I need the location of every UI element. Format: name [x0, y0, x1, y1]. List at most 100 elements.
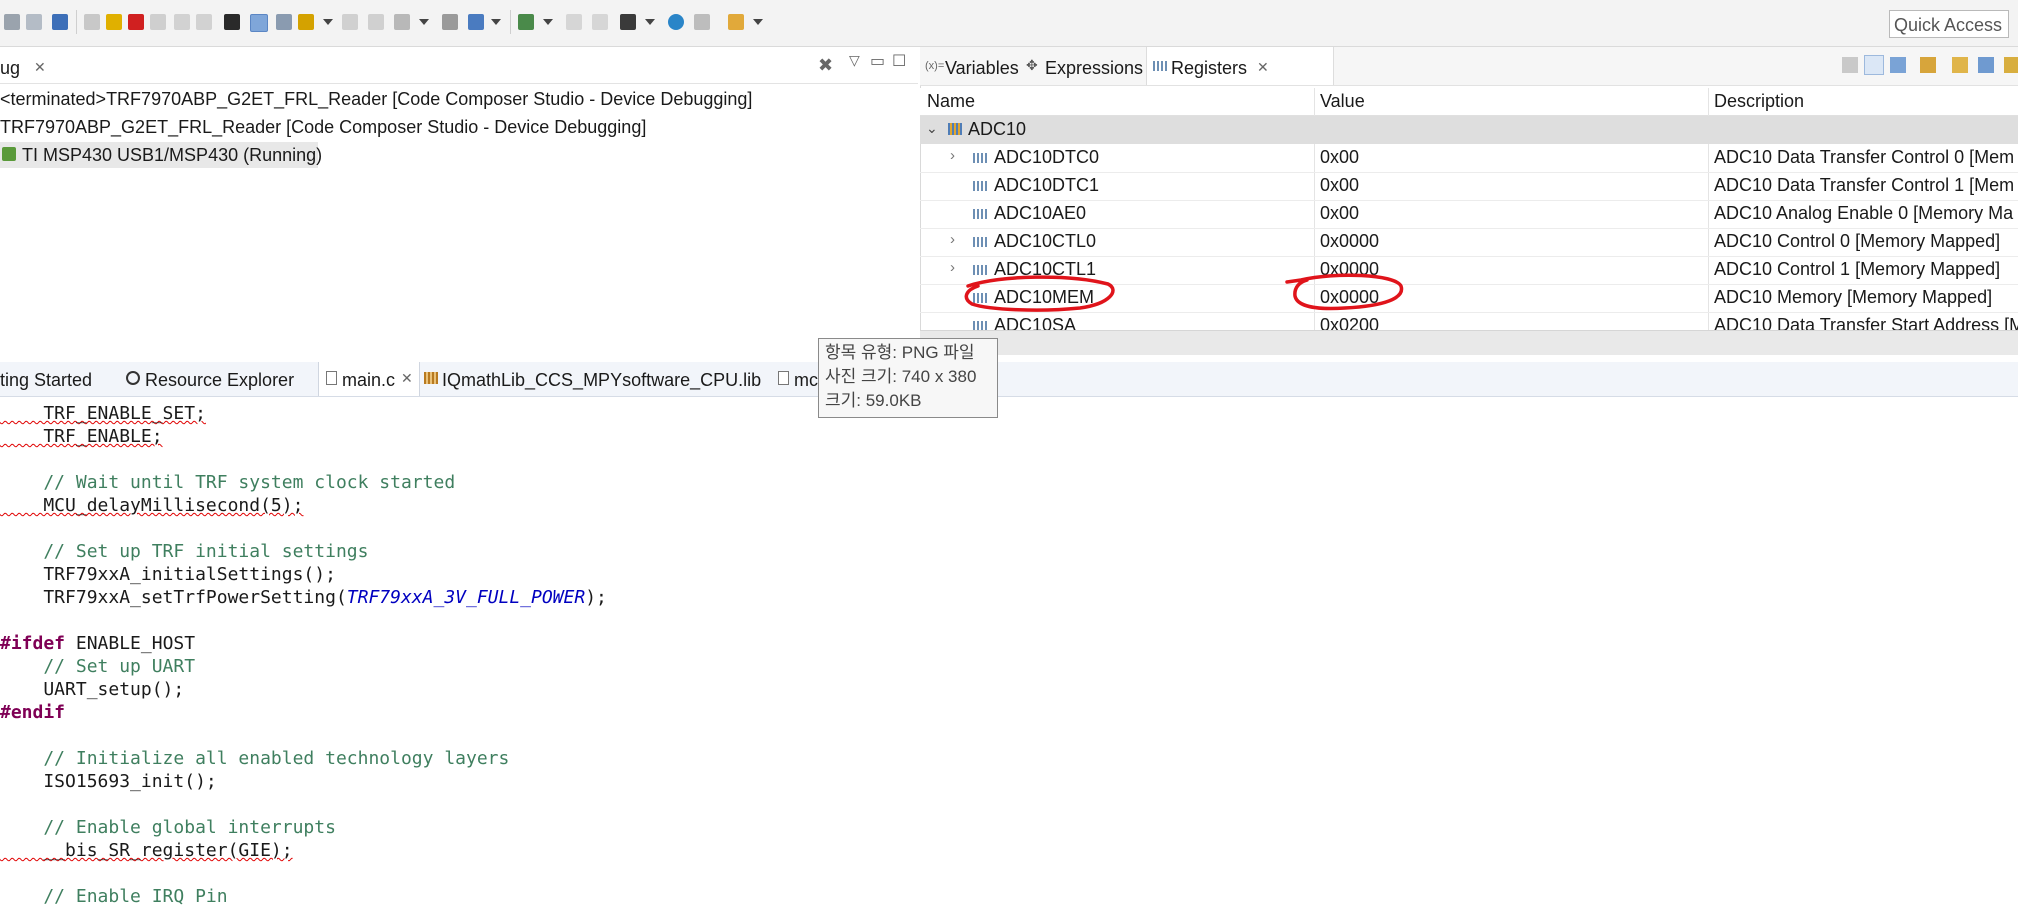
running-target-icon — [2, 147, 16, 161]
column-description[interactable]: Description — [1714, 91, 1804, 112]
code-keyword: #endif — [0, 702, 66, 723]
tab-main-c-active[interactable]: main.c ✕ — [318, 362, 420, 396]
code-text: ENABLE_HOST — [65, 633, 196, 654]
register-group-row[interactable]: ⌄ ADC10 — [920, 116, 2018, 144]
chevron-down-icon[interactable] — [645, 19, 655, 25]
variables-icon: (x)= — [925, 60, 945, 72]
build-hammer-icon[interactable] — [620, 14, 636, 30]
code-keyword: #ifdef — [0, 633, 66, 654]
register-description: ADC10 Data Transfer Control 1 [Mem — [1714, 175, 2015, 195]
debug-icon[interactable] — [518, 14, 534, 30]
run-icon[interactable] — [468, 14, 484, 30]
register-icon — [973, 321, 987, 330]
register-row[interactable]: ADC10SA 0x0200 ADC10 Data Transfer Start… — [920, 312, 2018, 330]
register-value[interactable]: 0x0200 — [1320, 315, 1379, 330]
code-comment: // Enable IRQ Pin — [0, 886, 228, 907]
register-value[interactable]: 0x0000 — [1320, 231, 1379, 252]
chevron-right-icon[interactable]: › — [950, 147, 955, 164]
register-description: ADC10 Memory [Memory Mapped] — [1714, 287, 1993, 307]
main-toolbar — [0, 0, 2018, 47]
register-row[interactable]: › ADC10DTC0 0x00 ADC10 Data Transfer Con… — [920, 144, 2018, 173]
tab-debug[interactable]: ug — [0, 57, 20, 79]
quick-access-input[interactable]: Quick Access — [1889, 10, 2009, 38]
drop-to-frame-icon[interactable] — [592, 14, 608, 30]
close-icon[interactable]: ✕ — [34, 59, 46, 76]
debug-session[interactable]: TRF7970ABP_G2ET_FRL_Reader [Code Compose… — [0, 116, 646, 138]
tab-registers-active[interactable]: Registers ✕ — [1146, 47, 1334, 85]
chevron-down-icon[interactable] — [491, 19, 501, 25]
reset-icon[interactable] — [342, 14, 358, 30]
grid-icon[interactable] — [224, 14, 240, 30]
terminate-icon[interactable] — [128, 14, 144, 30]
export-icon[interactable] — [1978, 57, 1994, 73]
debug-target-row[interactable]: TI MSP430 USB1/MSP430 (Running) — [0, 142, 322, 168]
code-line: TRF_ENABLE; — [0, 425, 162, 448]
register-row[interactable]: ADC10DTC1 0x00 ADC10 Data Transfer Contr… — [920, 172, 2018, 201]
chevron-down-icon[interactable] — [543, 19, 553, 25]
tab-expressions[interactable]: Expressions — [1045, 57, 1143, 79]
breakpoint-icon[interactable] — [298, 14, 314, 30]
tab-getting-started[interactable]: ting Started — [0, 369, 92, 391]
code-comment: // Enable global interrupts — [0, 817, 336, 838]
maximize-icon[interactable]: ☐ — [892, 51, 906, 71]
register-name: ADC10CTL0 — [994, 231, 1097, 251]
connect-icon[interactable] — [276, 14, 292, 30]
tab-mc[interactable]: mc — [794, 369, 818, 391]
save-icon[interactable] — [4, 14, 20, 30]
register-icon — [973, 153, 987, 163]
column-name[interactable]: Name — [927, 91, 975, 112]
chevron-down-icon[interactable] — [419, 19, 429, 25]
chevron-down-icon[interactable] — [753, 19, 763, 25]
load-program-icon[interactable] — [442, 14, 458, 30]
column-value[interactable]: Value — [1320, 91, 1365, 112]
new-register-group-icon[interactable] — [1952, 57, 1968, 73]
minimize-icon[interactable]: ▭ — [870, 51, 885, 71]
horizontal-scrollbar[interactable] — [920, 330, 2018, 355]
layout-icon[interactable] — [1864, 55, 1884, 75]
tooltip-line: 사진 크기: 740 x 380 — [825, 367, 977, 386]
close-icon[interactable]: ✕ — [401, 370, 413, 387]
register-description: ADC10 Control 1 [Memory Mapped] — [1714, 259, 2001, 279]
resume-icon[interactable] — [84, 14, 100, 30]
step-return-icon[interactable] — [566, 14, 582, 30]
code-comment: // Initialize all enabled technology lay… — [0, 748, 510, 769]
view-menu-icon[interactable]: ▽ — [849, 52, 860, 69]
register-row[interactable]: ADC10AE0 0x00 ADC10 Analog Enable 0 [Mem… — [920, 200, 2018, 229]
show-type-icon[interactable] — [1842, 57, 1858, 73]
target-icon[interactable] — [250, 14, 268, 32]
c-file-icon — [326, 371, 337, 385]
collapse-all-icon[interactable] — [1890, 57, 1906, 73]
register-value[interactable]: 0x00 — [1320, 147, 1359, 168]
step-into-icon[interactable] — [174, 14, 190, 30]
tab-variables[interactable]: Variables — [945, 57, 1019, 79]
register-row[interactable]: › ADC10CTL0 0x0000 ADC10 Control 0 [Memo… — [920, 228, 2018, 257]
code-comment: // Set up TRF initial settings — [0, 541, 369, 562]
console-icon[interactable] — [694, 14, 710, 30]
restart-icon[interactable] — [368, 14, 384, 30]
debug-target-label: TI MSP430 USB1/MSP430 (Running) — [22, 145, 323, 165]
step-over-icon[interactable] — [196, 14, 212, 30]
save-all-icon[interactable] — [26, 14, 42, 30]
chevron-right-icon[interactable]: › — [950, 231, 955, 248]
chevron-down-icon[interactable] — [323, 19, 333, 25]
tab-resource-explorer[interactable]: Resource Explorer — [145, 369, 294, 391]
register-value[interactable]: 0x00 — [1320, 203, 1359, 224]
chevron-down-icon[interactable]: ⌄ — [926, 120, 938, 137]
debug-view-icon[interactable] — [52, 14, 68, 30]
tab-iqmathlib[interactable]: IQmathLib_CCS_MPYsoftware_CPU.lib — [442, 369, 761, 391]
open-perspective-icon[interactable] — [728, 14, 744, 30]
suspend-icon[interactable] — [106, 14, 122, 30]
registers-tab-bar: (x)= Variables ✥ Expressions Registers ✕ — [920, 47, 2018, 86]
debug-session-terminated[interactable]: <terminated>TRF7970ABP_G2ET_FRL_Reader [… — [0, 88, 752, 110]
options-icon[interactable] — [2004, 57, 2018, 73]
registers-icon — [1153, 61, 1167, 71]
close-icon[interactable]: ✕ — [1257, 59, 1269, 76]
memory-icon[interactable] — [394, 14, 410, 30]
registers-header: Name Value Description — [920, 88, 2018, 116]
register-value[interactable]: 0x00 — [1320, 175, 1359, 196]
search-icon[interactable] — [668, 14, 684, 30]
refresh-icon[interactable] — [1920, 57, 1936, 73]
chevron-right-icon[interactable]: › — [950, 259, 955, 276]
disconnect-icon[interactable] — [150, 14, 166, 30]
remove-terminated-icon[interactable]: ✖ — [818, 55, 833, 76]
